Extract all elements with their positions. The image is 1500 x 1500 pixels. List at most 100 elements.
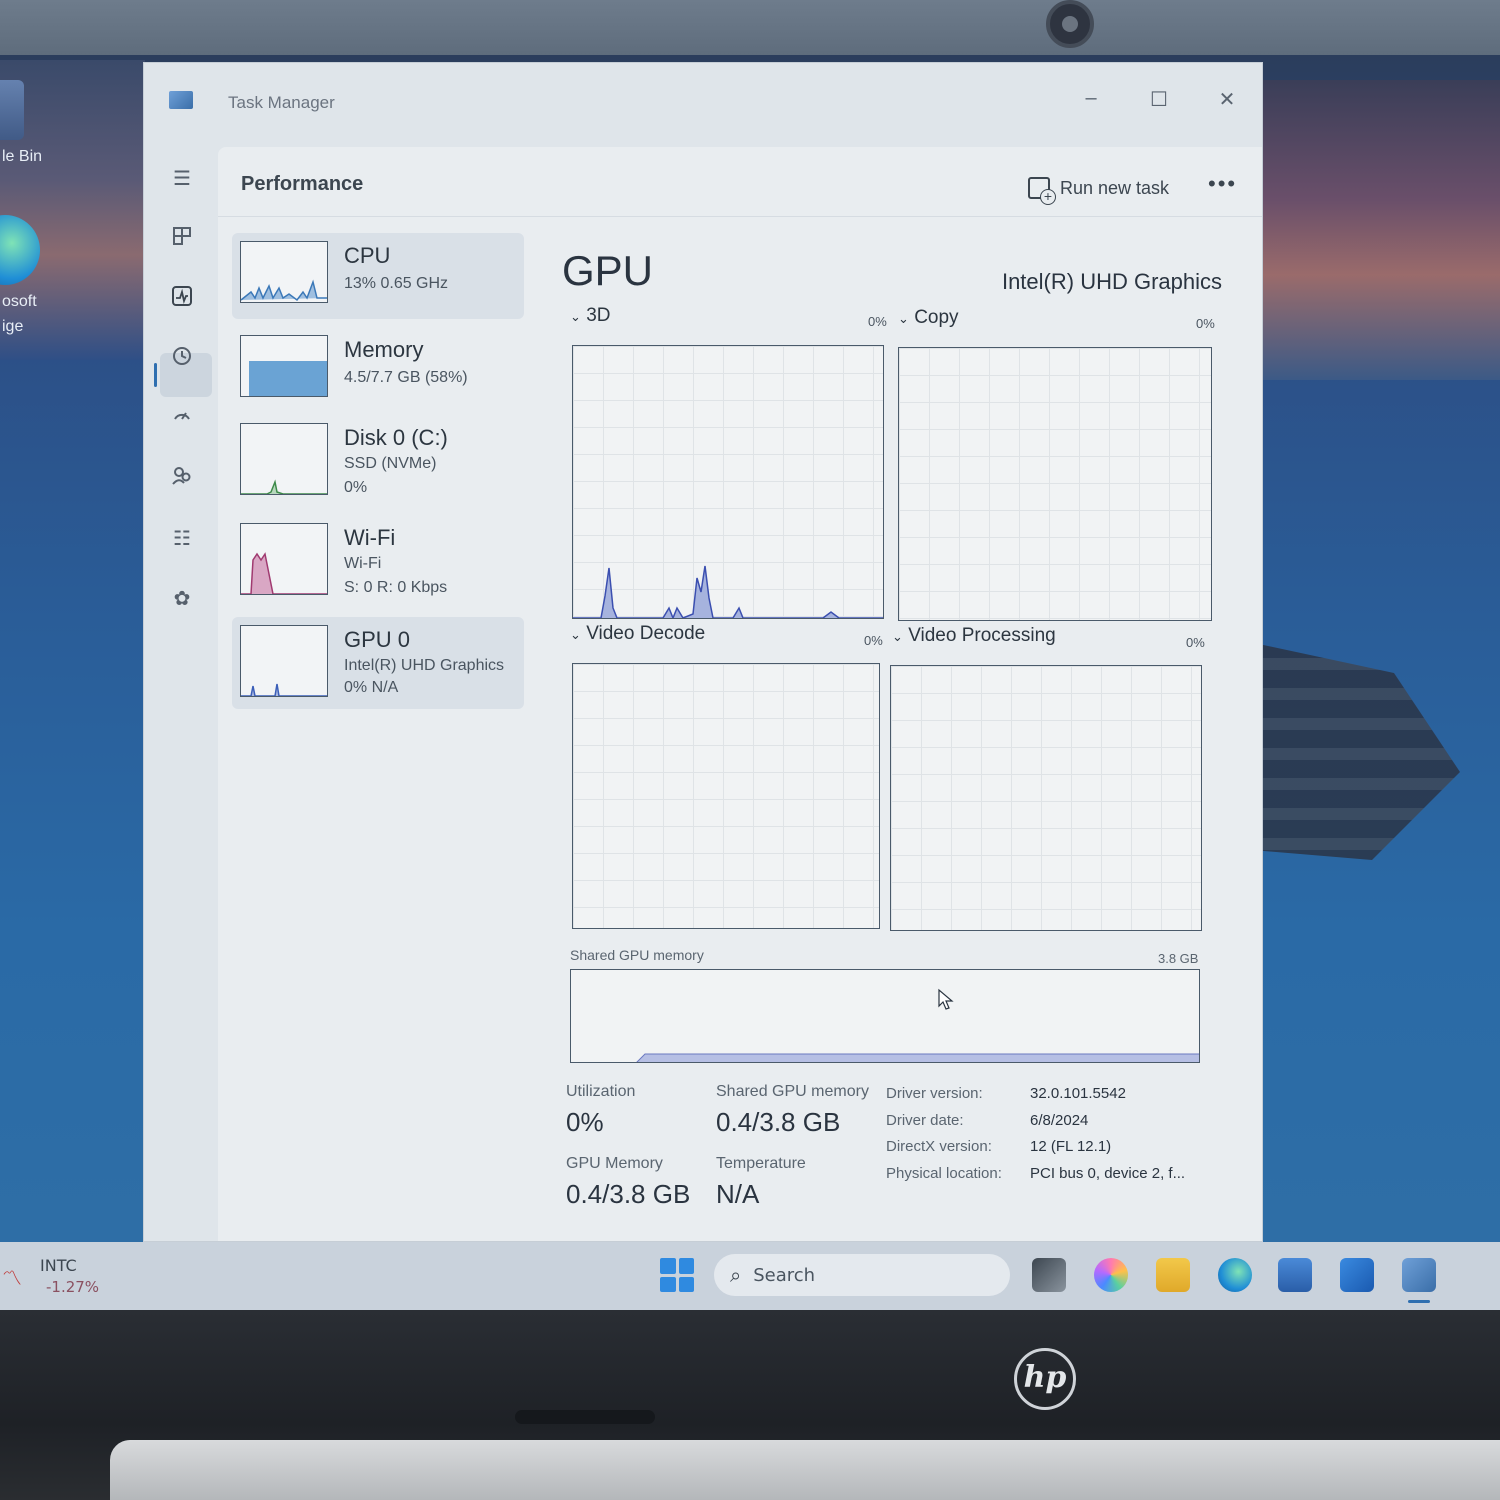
graph-copy: [898, 347, 1212, 621]
close-button[interactable]: ✕: [1212, 87, 1242, 112]
memory-fill: [249, 361, 327, 396]
gpu-model-name: Intel(R) UHD Graphics: [1001, 269, 1222, 294]
device-item-disk[interactable]: Disk 0 (C:) SSD (NVMe) 0%: [232, 415, 524, 515]
temperature-label: Temperature: [716, 1155, 806, 1172]
windows-logo-tile: [678, 1258, 694, 1274]
engine-percent: 0%: [868, 314, 887, 329]
shared-memory-graph: [570, 969, 1200, 1063]
run-new-task-button[interactable]: Run new task: [1028, 177, 1170, 205]
device-item-memory[interactable]: Memory 4.5/7.7 GB (58%): [232, 327, 524, 415]
desktop-icon-label: le Bin: [2, 148, 43, 165]
device-detail: Wi-Fi: [344, 555, 382, 572]
app-history-icon[interactable]: [168, 345, 196, 373]
windows-logo-tile: [678, 1276, 694, 1292]
nav-active-indicator: [154, 363, 157, 387]
minimize-button[interactable]: –: [1076, 87, 1106, 110]
users-icon[interactable]: [168, 465, 196, 493]
windows-logo-tile: [660, 1276, 676, 1292]
info-key: Driver version:: [886, 1085, 983, 1102]
device-detail: 4.5/7.7 GB (58%): [344, 369, 468, 386]
cpu-thumbnail-graph: [240, 241, 328, 303]
outlook-icon[interactable]: [1340, 1258, 1374, 1292]
copilot-icon[interactable]: [1094, 1258, 1128, 1292]
physical-location-value: PCI bus 0, device 2, f...: [1030, 1165, 1186, 1182]
performance-page: Performance Run new task ••• CPU 13% 0.6…: [218, 147, 1262, 1241]
shared-gpu-memory-label: Shared GPU memory: [716, 1083, 869, 1100]
info-key: Driver date:: [886, 1112, 964, 1129]
run-new-task-label: Run new task: [1060, 177, 1170, 198]
file-explorer-icon[interactable]: [1032, 1258, 1066, 1292]
processes-icon[interactable]: [168, 225, 196, 253]
start-button[interactable]: [660, 1258, 694, 1292]
performance-icon[interactable]: [168, 285, 196, 313]
chevron-down-icon: ⌄: [892, 629, 903, 644]
chevron-down-icon: ⌄: [570, 627, 581, 642]
menu-icon[interactable]: ☰: [168, 165, 196, 193]
device-detail: 0% N/A: [344, 679, 399, 696]
more-options-button[interactable]: •••: [1208, 171, 1237, 197]
recycle-bin-icon[interactable]: [0, 80, 24, 140]
driver-version-value: 32.0.101.5542: [1030, 1085, 1126, 1102]
page-title: Performance: [241, 173, 364, 195]
chevron-down-icon: ⌄: [570, 309, 581, 324]
engine-selector-copy[interactable]: ⌄ Copy: [898, 307, 959, 329]
engine-percent: 0%: [1186, 635, 1205, 650]
startup-icon[interactable]: [168, 405, 196, 433]
folder-icon[interactable]: [1156, 1258, 1190, 1292]
device-item-cpu[interactable]: CPU 13% 0.65 GHz: [232, 233, 524, 319]
wallpaper-sky-right: [1262, 80, 1500, 380]
task-manager-window: Task Manager – ☐ ✕ ☰ ☷ ✿ ⚙ Performance: [143, 62, 1263, 1298]
shared-memory-max: 3.8 GB: [1158, 951, 1199, 966]
graph-video-processing: [890, 665, 1202, 931]
device-detail: 0%: [344, 479, 368, 496]
laptop-base: [110, 1440, 1500, 1500]
engine-selector-video-decode[interactable]: ⌄ Video Decode: [570, 623, 705, 645]
services-icon[interactable]: ✿: [168, 585, 196, 613]
active-app-indicator: [1408, 1300, 1430, 1303]
stock-ticker-name[interactable]: INTC: [40, 1256, 77, 1275]
device-detail: S: 0 R: 0 Kbps: [344, 579, 448, 596]
device-name: CPU: [344, 243, 391, 268]
search-icon: ⌕: [730, 1263, 742, 1287]
task-manager-icon[interactable]: [1402, 1258, 1436, 1292]
shared-memory-graph-label: Shared GPU memory: [570, 947, 704, 963]
engine-percent: 0%: [1196, 316, 1215, 331]
details-icon[interactable]: ☷: [168, 525, 196, 553]
laptop-hinge: [515, 1410, 655, 1424]
device-name: GPU 0: [344, 627, 411, 652]
device-name: Wi-Fi: [344, 525, 396, 550]
stock-chart-icon[interactable]: 〽: [2, 1262, 22, 1291]
graph-video-decode: [572, 663, 880, 929]
stock-ticker-change: -1.27%: [46, 1278, 100, 1296]
device-detail: SSD (NVMe): [344, 455, 437, 472]
engine-selector-video-processing[interactable]: ⌄ Video Processing: [892, 625, 1056, 647]
gpu-memory-label: GPU Memory: [566, 1155, 663, 1172]
navigation-rail: ☰ ☷ ✿ ⚙: [144, 141, 218, 1298]
mouse-cursor-icon: [938, 988, 954, 1010]
edge-icon[interactable]: [1218, 1258, 1252, 1292]
device-item-wifi[interactable]: Wi-Fi Wi-Fi S: 0 R: 0 Kbps: [232, 515, 524, 617]
hp-logo: hp: [1014, 1348, 1076, 1410]
store-icon[interactable]: [1278, 1258, 1312, 1292]
title-bar[interactable]: Task Manager – ☐ ✕: [144, 63, 1262, 141]
gpu-memory-value: 0.4/3.8 GB: [566, 1179, 691, 1209]
engine-label: Video Processing: [908, 625, 1056, 646]
directx-version-value: 12 (FL 12.1): [1030, 1138, 1112, 1155]
temperature-value: N/A: [716, 1179, 760, 1209]
taskbar-search[interactable]: ⌕ Search: [714, 1254, 1010, 1296]
engine-label: Video Decode: [586, 623, 706, 644]
webcam: [1046, 0, 1094, 48]
engine-selector-3d[interactable]: ⌄ 3D: [570, 305, 610, 327]
device-item-gpu[interactable]: GPU 0 Intel(R) UHD Graphics 0% N/A: [232, 617, 524, 709]
device-name: Disk 0 (C:): [344, 425, 448, 450]
taskbar: 〽 INTC -1.27% ⌕ Search: [0, 1242, 1500, 1310]
windows-logo-tile: [660, 1258, 676, 1274]
info-key: DirectX version:: [886, 1138, 992, 1155]
device-name: Memory: [344, 337, 424, 362]
task-manager-app-icon: [169, 91, 193, 109]
disk-thumbnail-graph: [240, 423, 328, 495]
maximize-button[interactable]: ☐: [1144, 87, 1174, 112]
gpu-heading: GPU: [562, 247, 654, 294]
utilization-value: 0%: [566, 1107, 604, 1137]
desktop-icon-label: osoft: [2, 293, 37, 310]
